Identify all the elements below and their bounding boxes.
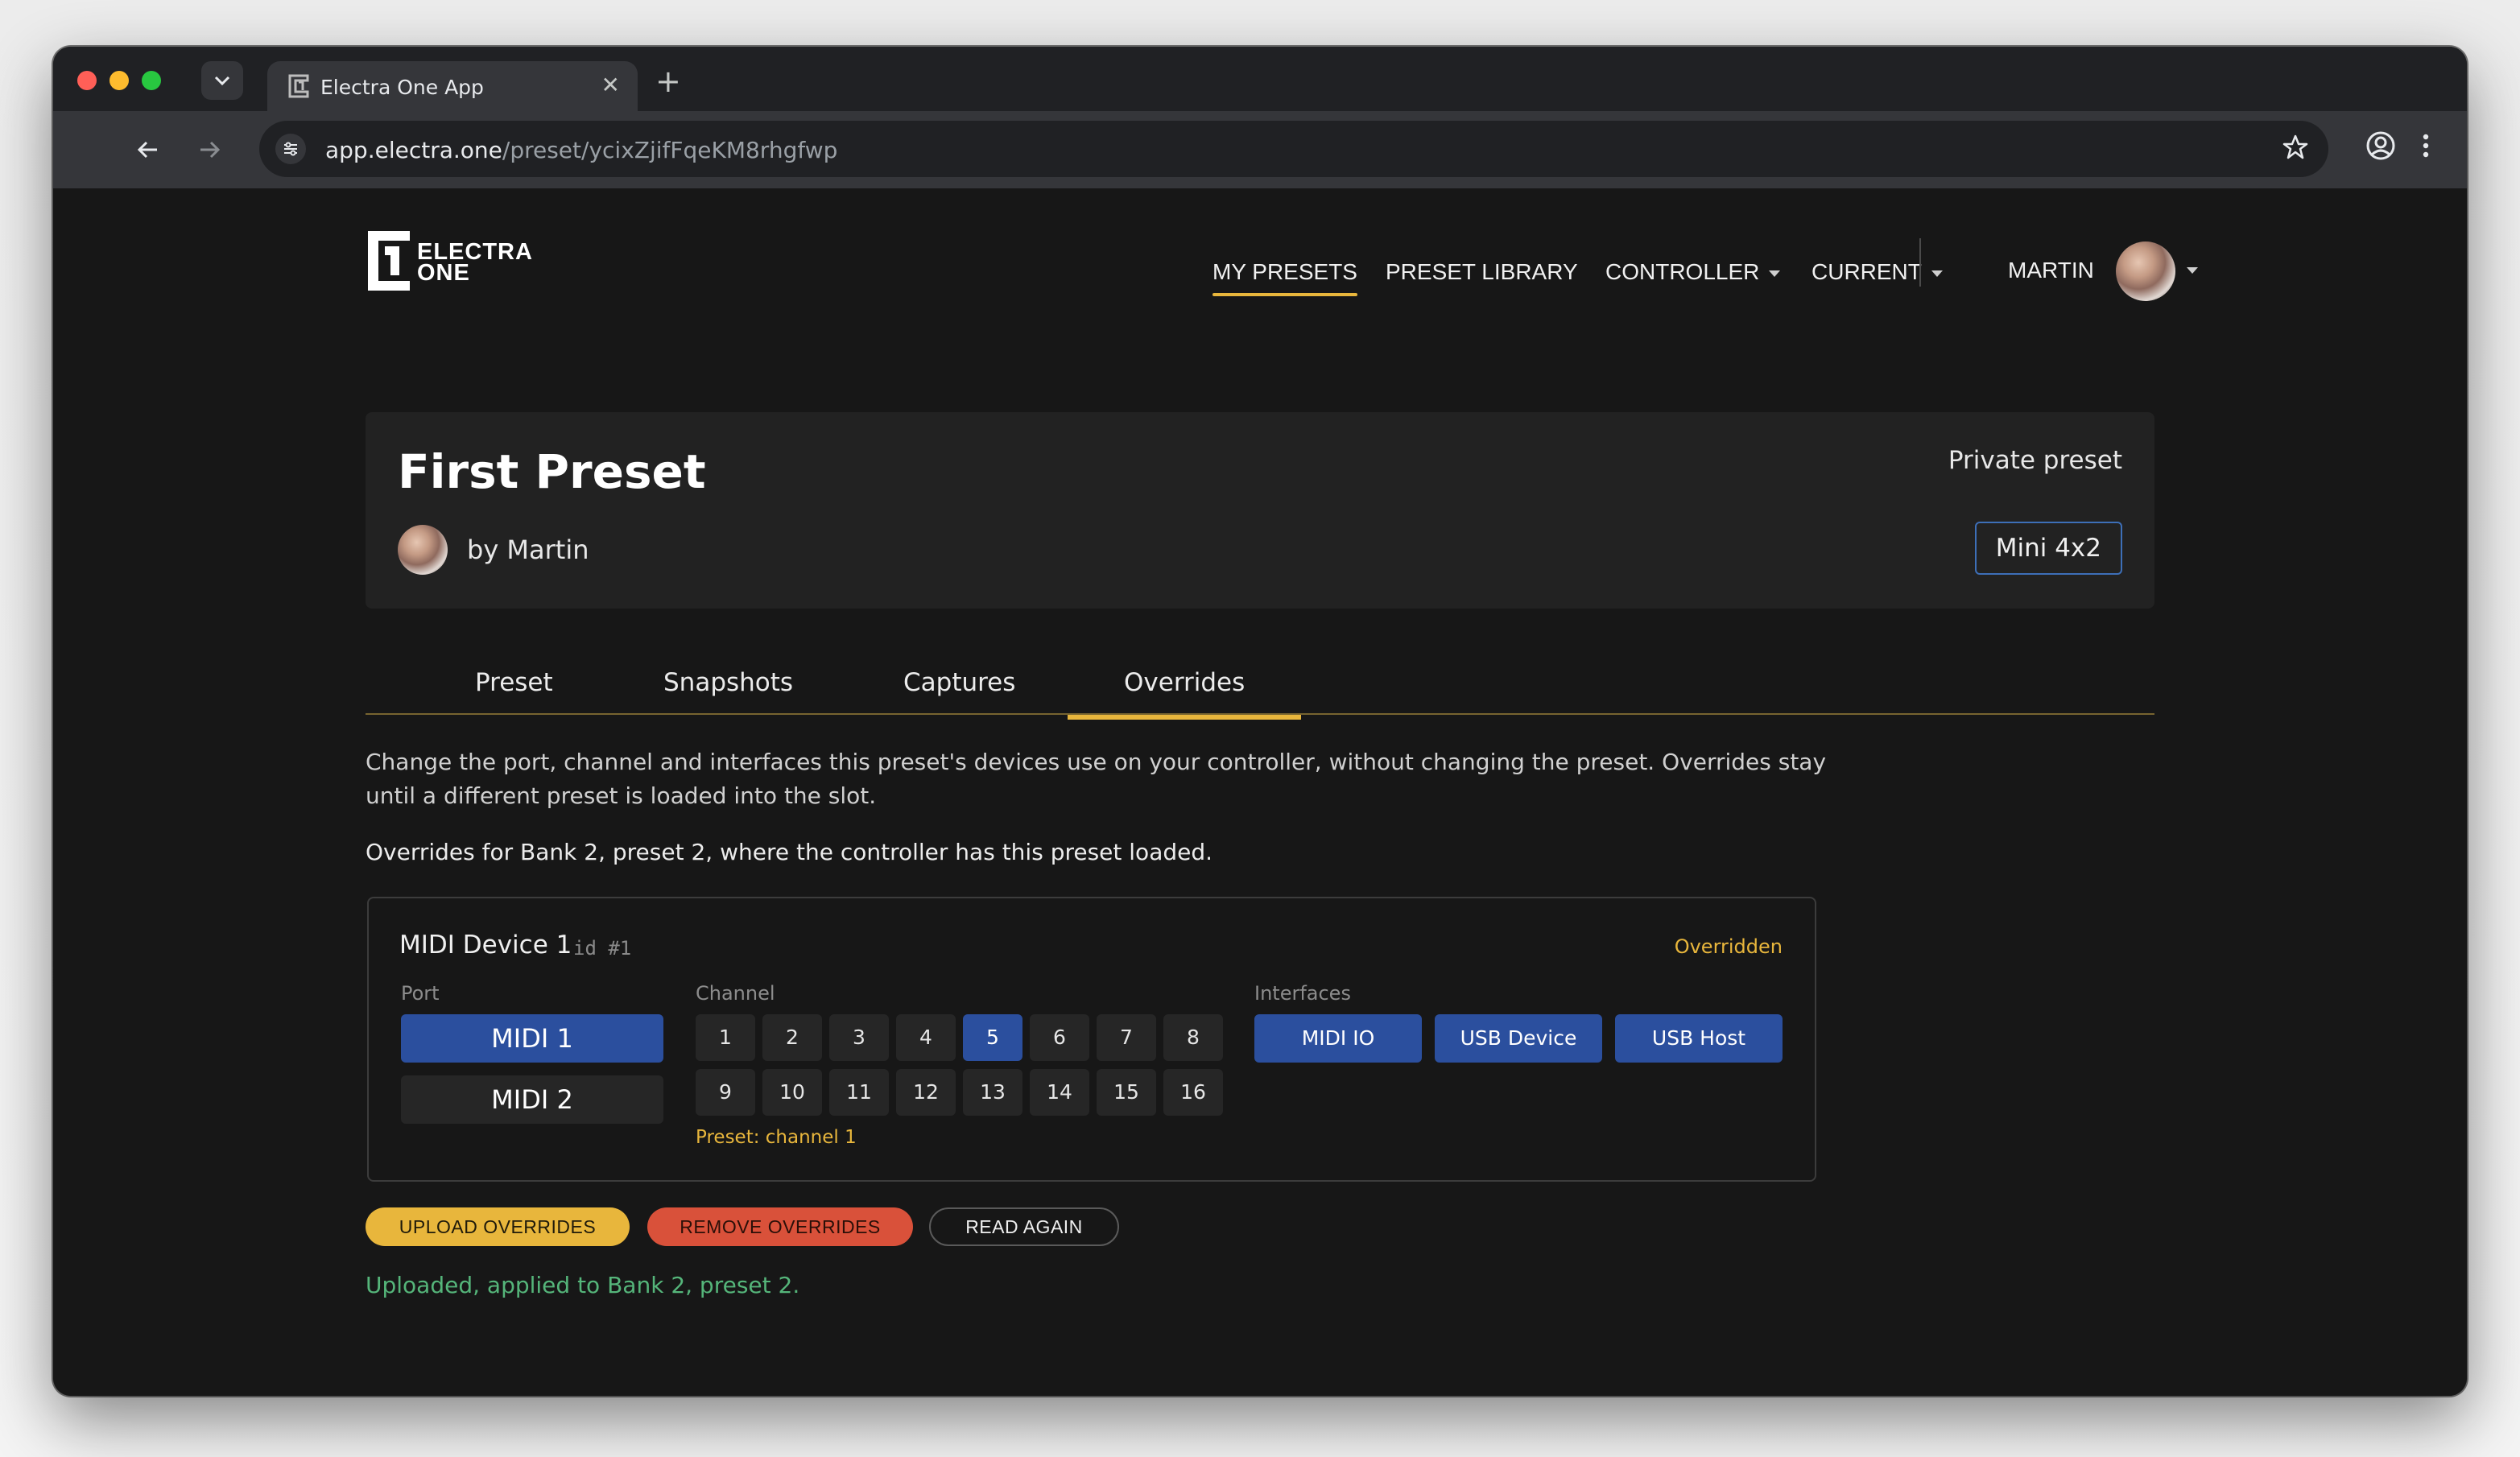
channel-1-button[interactable]: 1 (696, 1014, 755, 1061)
arrow-right-icon (200, 141, 221, 159)
channel-12-button[interactable]: 12 (896, 1069, 956, 1116)
browser-window: Electra One App ✕ + app.electra.one/pres… (53, 47, 2467, 1396)
midi-device-override-panel: MIDI Device 1 id #1 Overridden Port MIDI… (367, 897, 1816, 1182)
port-midi-2-button[interactable]: MIDI 2 (401, 1075, 663, 1124)
interfaces-label: Interfaces (1254, 982, 1351, 1005)
tab-snapshots[interactable]: Snapshots (663, 668, 793, 697)
tab-search-button[interactable] (201, 61, 243, 100)
channel-11-button[interactable]: 11 (829, 1069, 889, 1116)
channel-16-button[interactable]: 16 (1163, 1069, 1223, 1116)
tab-overrides[interactable]: Overrides (1067, 668, 1302, 720)
nav-preset-library[interactable]: PRESET LIBRARY (1386, 259, 1578, 285)
caret-down-icon (1931, 270, 1943, 277)
tab-captures[interactable]: Captures (903, 668, 1015, 697)
channel-10-button[interactable]: 10 (762, 1069, 822, 1116)
upload-overrides-button[interactable]: UPLOAD OVERRIDES (366, 1207, 630, 1246)
profile-icon[interactable] (2365, 130, 2396, 164)
channel-2-button[interactable]: 2 (762, 1014, 822, 1061)
browser-menu-icon[interactable] (2420, 130, 2431, 164)
nav-controller[interactable]: CONTROLLER (1605, 259, 1781, 285)
channel-6-button[interactable]: 6 (1030, 1014, 1089, 1061)
preset-author: by Martin (467, 535, 589, 565)
channel-9-button[interactable]: 9 (696, 1069, 755, 1116)
electra-favicon-icon (288, 74, 309, 98)
channel-15-button[interactable]: 15 (1097, 1069, 1156, 1116)
tab-preset[interactable]: Preset (475, 668, 553, 697)
close-window-button[interactable] (77, 71, 97, 90)
logo-text: ELECTRA ONE (417, 239, 533, 286)
chevron-down-icon (214, 76, 230, 86)
browser-tab[interactable]: Electra One App ✕ (267, 61, 638, 113)
tab-title: Electra One App (320, 76, 484, 99)
nav-divider (1919, 238, 1921, 287)
read-again-button[interactable]: READ AGAIN (929, 1207, 1119, 1246)
device-model-badge: Mini 4x2 (1974, 522, 2122, 575)
remove-overrides-button[interactable]: REMOVE OVERRIDES (647, 1207, 913, 1246)
overrides-slot-info: Overrides for Bank 2, preset 2, where th… (366, 839, 1213, 865)
interface-usb-host-button[interactable]: USB Host (1615, 1014, 1783, 1063)
back-button[interactable] (129, 130, 167, 169)
browser-titlebar: Electra One App ✕ + (53, 47, 2467, 113)
url-text: app.electra.one/preset/ycixZjifFqeKM8rhg… (325, 137, 838, 163)
address-bar[interactable]: app.electra.one/preset/ycixZjifFqeKM8rhg… (259, 121, 2328, 177)
interface-midi-io-button[interactable]: MIDI IO (1254, 1014, 1422, 1063)
nav-my-presets[interactable]: MY PRESETS (1212, 259, 1357, 296)
electra-logo-mark-icon (368, 231, 410, 291)
preset-channel-note: Preset: channel 1 (696, 1127, 857, 1148)
overridden-status: Overridden (1674, 935, 1783, 958)
forward-button[interactable] (190, 130, 229, 169)
new-tab-icon[interactable]: + (655, 66, 681, 97)
arrow-left-icon (137, 141, 157, 159)
channel-3-button[interactable]: 3 (829, 1014, 889, 1061)
channel-4-button[interactable]: 4 (896, 1014, 956, 1061)
maximize-window-button[interactable] (142, 71, 161, 90)
channel-label: Channel (696, 982, 775, 1005)
nav-user-name[interactable]: MARTIN (2008, 258, 2094, 283)
channel-14-button[interactable]: 14 (1030, 1069, 1089, 1116)
overrides-description: Change the port, channel and interfaces … (366, 749, 1827, 809)
user-menu-caret-icon[interactable] (2187, 267, 2198, 274)
interface-usb-device-button[interactable]: USB Device (1435, 1014, 1602, 1063)
preset-title: First Preset (398, 444, 706, 499)
channel-13-button[interactable]: 13 (963, 1069, 1022, 1116)
caret-down-icon (1769, 270, 1781, 277)
bookmark-star-icon[interactable] (2282, 134, 2309, 164)
electra-one-logo[interactable]: ELECTRA ONE (366, 229, 532, 296)
close-tab-icon[interactable]: ✕ (601, 74, 620, 97)
upload-status-message: Uploaded, applied to Bank 2, preset 2. (366, 1272, 800, 1298)
user-avatar[interactable] (2116, 241, 2175, 301)
device-id: id #1 (573, 937, 632, 960)
channel-8-button[interactable]: 8 (1163, 1014, 1223, 1061)
browser-toolbar: app.electra.one/preset/ycixZjifFqeKM8rhg… (53, 111, 2467, 188)
site-settings-icon[interactable] (275, 134, 306, 164)
tabs-divider (366, 713, 2154, 715)
device-name: MIDI Device 1 (399, 931, 572, 960)
nav-current[interactable]: CURRENT (1812, 259, 1943, 285)
minimize-window-button[interactable] (109, 71, 129, 90)
preset-visibility: Private preset (1948, 446, 2122, 475)
port-label: Port (401, 982, 440, 1005)
app-page: ELECTRA ONE MY PRESETS PRESET LIBRARY CO… (53, 188, 2467, 1396)
preset-header-card: First Preset by Martin Private preset Mi… (366, 412, 2154, 609)
port-midi-1-button[interactable]: MIDI 1 (401, 1014, 663, 1063)
channel-7-button[interactable]: 7 (1097, 1014, 1156, 1061)
channel-5-button[interactable]: 5 (963, 1014, 1022, 1061)
author-avatar (398, 525, 448, 575)
